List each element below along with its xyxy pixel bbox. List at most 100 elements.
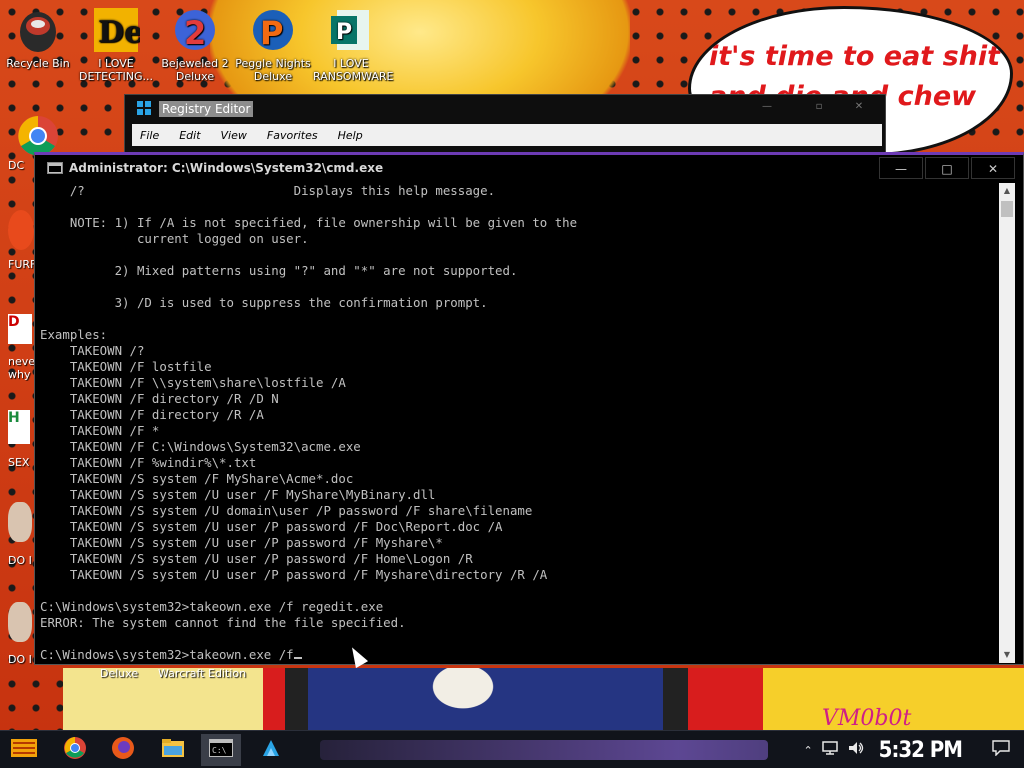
menu-file[interactable]: File — [140, 129, 159, 142]
console-line: 2) Mixed patterns using "?" and "*" are … — [40, 263, 518, 278]
cmd-window[interactable]: Administrator: C:\Windows\System32\cmd.e… — [34, 152, 1024, 665]
folder-icon — [161, 738, 185, 762]
peggle-icon: P — [249, 6, 297, 54]
console-line: TAKEOWN /F * — [40, 423, 160, 438]
start-icon — [9, 735, 39, 765]
svg-text:De: De — [98, 15, 140, 50]
bejeweled-icon: 2 — [171, 6, 219, 54]
menu-view[interactable]: View — [221, 129, 247, 142]
partial-photo-icon[interactable] — [8, 602, 32, 642]
wallpaper-panel-center — [263, 668, 763, 730]
console-line: TAKEOWN /S system /U user /P password /F… — [40, 519, 503, 534]
console-line: ERROR: The system cannot find the file s… — [40, 615, 406, 630]
chevron-up-icon[interactable]: ⌃ — [803, 744, 812, 757]
console-prompt-line[interactable]: C:\Windows\system32>takeown.exe /f — [40, 647, 1000, 663]
scroll-thumb[interactable] — [1001, 201, 1013, 217]
taskbar-regedit[interactable] — [251, 734, 291, 766]
chrome-icon — [63, 736, 87, 764]
desktop-icon-label: Peggle Nights Deluxe — [235, 57, 311, 83]
cmd-close-button[interactable]: ✕ — [971, 157, 1015, 179]
taskbar-cmd[interactable]: C:\ — [201, 734, 241, 766]
desktop-icon-recycle-bin[interactable]: Recycle Bin — [0, 6, 76, 70]
partial-photo-icon[interactable] — [8, 502, 32, 542]
console-output[interactable]: /? Displays this help message. NOTE: 1) … — [40, 183, 1000, 663]
cmd-titlebar[interactable]: Administrator: C:\Windows\System32\cmd.e… — [35, 155, 1023, 181]
console-line: /? Displays this help message. — [40, 183, 496, 198]
menu-favorites[interactable]: Favorites — [267, 129, 318, 142]
console-line: TAKEOWN /S system /U user /F MyShare\MyB… — [40, 487, 436, 502]
cmd-scrollbar[interactable]: ▲ ▼ — [999, 183, 1015, 663]
regedit-minimize-button[interactable]: — — [749, 101, 785, 117]
console-line: TAKEOWN /? — [40, 343, 145, 358]
console-line: TAKEOWN /F directory /R /A — [40, 407, 264, 422]
start-button[interactable] — [4, 734, 44, 766]
under-label: Warcraft Edition — [158, 667, 247, 680]
scroll-down-arrow-icon[interactable]: ▼ — [999, 647, 1015, 663]
console-line: current logged on user. — [40, 231, 309, 246]
cmd-maximize-button[interactable]: □ — [925, 157, 969, 179]
svg-text:P: P — [260, 14, 283, 52]
console-prompt: C:\Windows\system32>takeown.exe /f — [40, 647, 294, 662]
desktop-icon-bejeweled[interactable]: 2 Bejeweled 2 Deluxe — [157, 6, 233, 83]
console-line: TAKEOWN /F %windir%\*.txt — [40, 455, 257, 470]
regedit-close-button[interactable]: ✕ — [841, 101, 877, 117]
console-line: TAKEOWN /S system /F MyShare\Acme*.doc — [40, 471, 354, 486]
regedit-icon — [137, 100, 151, 119]
menu-help[interactable]: Help — [338, 129, 363, 142]
taskbar-clock[interactable]: 5:32 PM — [879, 738, 963, 763]
cmd-title: Administrator: C:\Windows\System32\cmd.e… — [69, 161, 384, 175]
notification-icon[interactable] — [992, 740, 1010, 760]
console-line: TAKEOWN /S system /U user /P password /F… — [40, 535, 443, 550]
desktop-icon-ransomware[interactable]: P I LOVE RANSOMWARE — [313, 6, 394, 83]
regedit-menubar: File Edit View Favorites Help — [132, 124, 882, 146]
console-line: TAKEOWN /S system /U user /P password /F… — [40, 567, 548, 582]
firefox-icon — [111, 736, 135, 764]
publisher-icon: P — [327, 6, 375, 54]
scroll-up-arrow-icon[interactable]: ▲ — [999, 183, 1015, 199]
partial-app-icon[interactable]: H — [8, 410, 30, 444]
console-line: TAKEOWN /S system /U user /P password /F… — [40, 551, 473, 566]
svg-text:C:\: C:\ — [212, 746, 227, 755]
network-icon[interactable] — [821, 740, 839, 760]
svg-text:P: P — [336, 20, 352, 45]
regedit-icon — [259, 736, 283, 764]
taskbar-chrome[interactable] — [55, 734, 95, 766]
cmd-minimize-button[interactable]: — — [879, 157, 923, 179]
desktop-icon-label: I LOVE RANSOMWARE — [313, 57, 394, 83]
menu-edit[interactable]: Edit — [179, 129, 200, 142]
console-line: TAKEOWN /S system /U domain\user /P pass… — [40, 503, 533, 518]
console-line: NOTE: 1) If /A is not specified, file ow… — [40, 215, 578, 230]
regedit-maximize-button[interactable]: ▫ — [801, 101, 837, 117]
detecting-app-icon: De — [92, 6, 143, 54]
console-line: Examples: — [40, 327, 108, 342]
console-line: TAKEOWN /F lostfile — [40, 359, 212, 374]
wallpaper-figure — [403, 668, 523, 730]
desktop-icon-label: I LOVE DETECTING... — [79, 57, 153, 83]
recycle-bin-icon — [14, 6, 62, 54]
desktop-icon-detecting[interactable]: De I LOVE DETECTING... — [78, 6, 154, 83]
cmd-icon: C:\ — [209, 739, 233, 761]
desktop-icon-label: Recycle Bin — [6, 57, 70, 70]
wallpaper-signature: VM0b0t — [822, 706, 912, 731]
volume-icon[interactable] — [847, 740, 865, 760]
regedit-title: Registry Editor — [159, 101, 254, 117]
text-cursor — [293, 657, 302, 659]
taskbar-file-explorer[interactable] — [153, 734, 193, 766]
registry-editor-window[interactable]: Registry Editor — ▫ ✕ File Edit View Fav… — [124, 94, 886, 154]
console-line: TAKEOWN /F \\system\share\lostfile /A — [40, 375, 346, 390]
desktop-icon-peggle[interactable]: P Peggle Nights Deluxe — [235, 6, 311, 83]
firefox-desktop-icon[interactable] — [8, 210, 34, 250]
taskbar-decoration — [320, 740, 768, 760]
console-line: TAKEOWN /F directory /R /D N — [40, 391, 279, 406]
taskbar-firefox[interactable] — [103, 734, 143, 766]
under-label: Deluxe — [100, 667, 139, 680]
desktop-icon-label: Bejeweled 2 Deluxe — [161, 57, 229, 83]
system-tray: ⌃ 5:32 PM — [803, 731, 1024, 768]
partial-app-icon[interactable]: D — [8, 314, 32, 344]
